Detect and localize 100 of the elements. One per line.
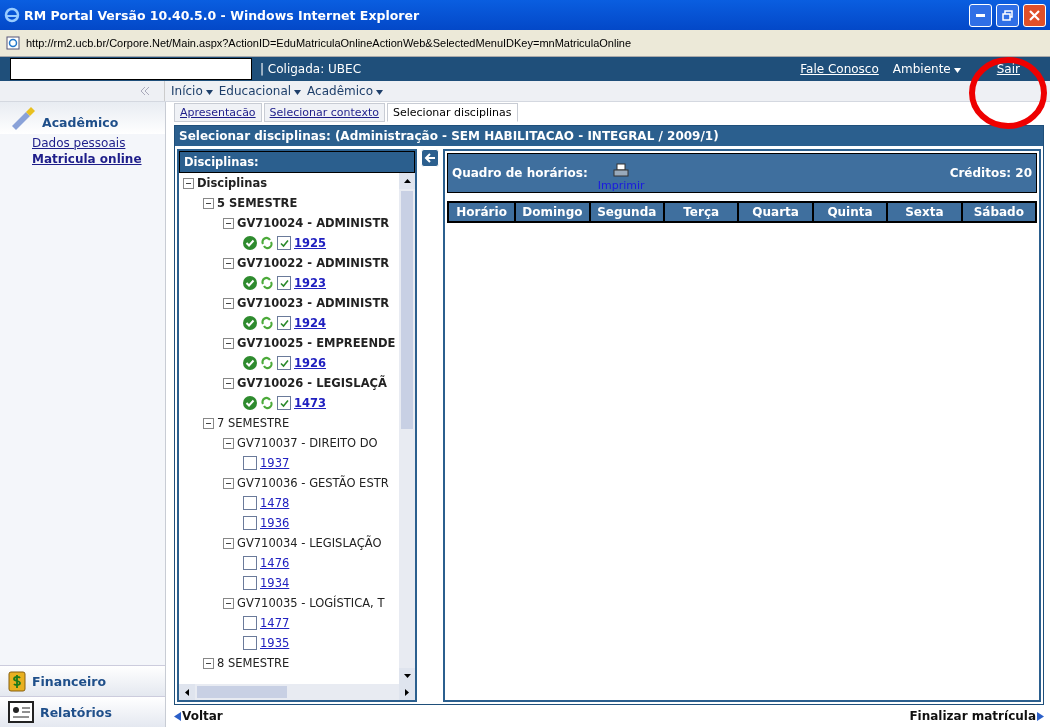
class-code-link[interactable]: 1924 <box>294 316 326 330</box>
tree-node-label[interactable]: GV710034 - LEGISLAÇÃO <box>237 536 382 550</box>
sidebar-link[interactable]: Matricula online <box>32 152 165 166</box>
class-code-link[interactable]: 1936 <box>260 516 290 530</box>
scroll-right-icon[interactable] <box>405 688 409 696</box>
column-header: Quarta <box>739 203 812 221</box>
collapse-icon[interactable] <box>223 377 234 389</box>
scroll-up-icon[interactable] <box>403 179 411 183</box>
left-triangle-icon <box>174 711 181 721</box>
header-link[interactable]: Fale Conosco <box>800 62 879 76</box>
tree-node-label[interactable]: GV710022 - ADMINISTR <box>237 256 390 270</box>
collapse-icon[interactable] <box>223 257 234 269</box>
back-link[interactable]: Voltar <box>174 709 223 723</box>
tree-node-label[interactable]: 8 SEMESTRE <box>217 656 290 670</box>
class-code-link[interactable]: 1476 <box>260 556 290 570</box>
tree-node-label[interactable]: GV710023 - ADMINISTR <box>237 296 390 310</box>
right-triangle-icon <box>1037 711 1044 721</box>
window-title: RM Portal Versão 10.40.5.0 - Windows Internet Explorer <box>24 7 421 23</box>
menu-item[interactable]: Início <box>171 84 213 98</box>
close-icon <box>1029 9 1040 21</box>
restore-button[interactable] <box>996 3 1019 27</box>
collapse-icon[interactable] <box>223 597 234 609</box>
class-code-link[interactable]: 1925 <box>294 236 326 250</box>
tree-node-label[interactable]: GV710035 - LOGÍSTICA, T <box>237 596 385 610</box>
coligada-label: | Coligada: UBEC <box>260 62 363 76</box>
check-circle-icon <box>243 316 257 330</box>
checkbox[interactable] <box>243 636 257 650</box>
dollar-icon <box>8 670 26 692</box>
browser-logo-icon <box>4 7 20 23</box>
tree-node-label[interactable]: GV710024 - ADMINISTR <box>237 216 390 230</box>
refresh-icon <box>260 236 274 250</box>
checkbox[interactable] <box>243 576 257 590</box>
checkbox[interactable] <box>277 316 291 330</box>
checkbox[interactable] <box>277 276 291 290</box>
class-code-link[interactable]: 1935 <box>260 636 290 650</box>
collapse-icon[interactable] <box>183 177 194 189</box>
horizontal-scrollbar[interactable] <box>179 684 415 700</box>
caret-icon <box>953 68 961 73</box>
tree-node-label[interactable]: GV710036 - GESTÃO ESTR <box>237 476 389 490</box>
checkbox[interactable] <box>243 456 257 470</box>
checkbox[interactable] <box>243 616 257 630</box>
report-icon <box>8 701 34 723</box>
collapse-icon[interactable] <box>223 537 234 549</box>
collapse-icon[interactable] <box>223 297 234 309</box>
column-header: Terça <box>665 203 738 221</box>
environment-menu[interactable]: Ambiente <box>892 62 961 76</box>
sidebar-link[interactable]: Dados pessoais <box>32 136 165 150</box>
collapse-icon[interactable] <box>223 217 234 229</box>
class-code-link[interactable]: 1478 <box>260 496 290 510</box>
class-code-link[interactable]: 1473 <box>294 396 326 410</box>
checkbox[interactable] <box>277 396 291 410</box>
close-button[interactable] <box>1023 3 1046 27</box>
checkbox[interactable] <box>243 556 257 570</box>
class-code-link[interactable]: 1477 <box>260 616 290 630</box>
credits-label: Créditos: 20 <box>949 166 1032 180</box>
tree-node-label[interactable]: GV710037 - DIREITO DO <box>237 436 378 450</box>
finish-link[interactable]: Finalizar matrícula <box>909 709 1044 723</box>
scroll-left-icon[interactable] <box>185 688 189 696</box>
back-arrow-button[interactable] <box>421 149 439 167</box>
column-header: Quinta <box>813 203 887 221</box>
tree-node-label[interactable]: GV710025 - EMPREENDE <box>237 336 396 350</box>
section-title: Acadêmico <box>42 115 119 130</box>
tab[interactable]: Selecionar contexto <box>263 103 385 122</box>
collapse-icon[interactable] <box>223 337 234 349</box>
class-code-link[interactable]: 1934 <box>260 576 290 590</box>
collapse-icon[interactable] <box>203 657 214 669</box>
checkbox[interactable] <box>277 236 291 250</box>
collapse-icon[interactable] <box>203 197 214 209</box>
check-circle-icon <box>243 236 257 250</box>
caret-icon <box>376 90 383 95</box>
refresh-icon <box>260 356 274 370</box>
caret-icon <box>205 90 213 95</box>
left-arrow-icon <box>424 152 436 164</box>
tree-node-label[interactable]: GV710026 - LEGISLAÇÃ <box>237 376 387 390</box>
collapse-icon[interactable] <box>223 437 234 449</box>
collapse-icon[interactable] <box>203 417 214 429</box>
vertical-scrollbar[interactable] <box>399 173 415 684</box>
header-link[interactable]: Sair <box>996 62 1020 76</box>
minimize-button[interactable] <box>969 3 992 27</box>
checkbox[interactable] <box>277 356 291 370</box>
tab[interactable]: Apresentacão <box>174 103 262 122</box>
pane-title: Disciplinas: <box>179 151 415 173</box>
class-code-link[interactable]: 1923 <box>294 276 326 290</box>
class-code-link[interactable]: 1926 <box>294 356 326 370</box>
tree-node-label[interactable]: Disciplinas <box>197 176 267 190</box>
checkbox[interactable] <box>243 496 257 510</box>
class-code-link[interactable]: 1937 <box>260 456 290 470</box>
column-header: Sexta <box>888 203 961 221</box>
menu-item[interactable]: Educacional <box>218 84 302 98</box>
tree-node-label[interactable]: 5 SEMESTRE <box>217 196 298 210</box>
tab[interactable]: Selecionar disciplinas <box>386 103 518 122</box>
tree-node-label[interactable]: 7 SEMESTRE <box>217 416 290 430</box>
refresh-icon <box>260 276 274 290</box>
collapse-icon[interactable] <box>223 477 234 489</box>
column-header: Sábado <box>962 203 1035 221</box>
minimize-icon <box>976 13 985 17</box>
scroll-down-icon[interactable] <box>403 674 411 678</box>
schedule-title: Quadro de horários: <box>452 166 588 180</box>
checkbox[interactable] <box>243 516 257 530</box>
menu-item[interactable]: Acadêmico <box>307 84 383 98</box>
